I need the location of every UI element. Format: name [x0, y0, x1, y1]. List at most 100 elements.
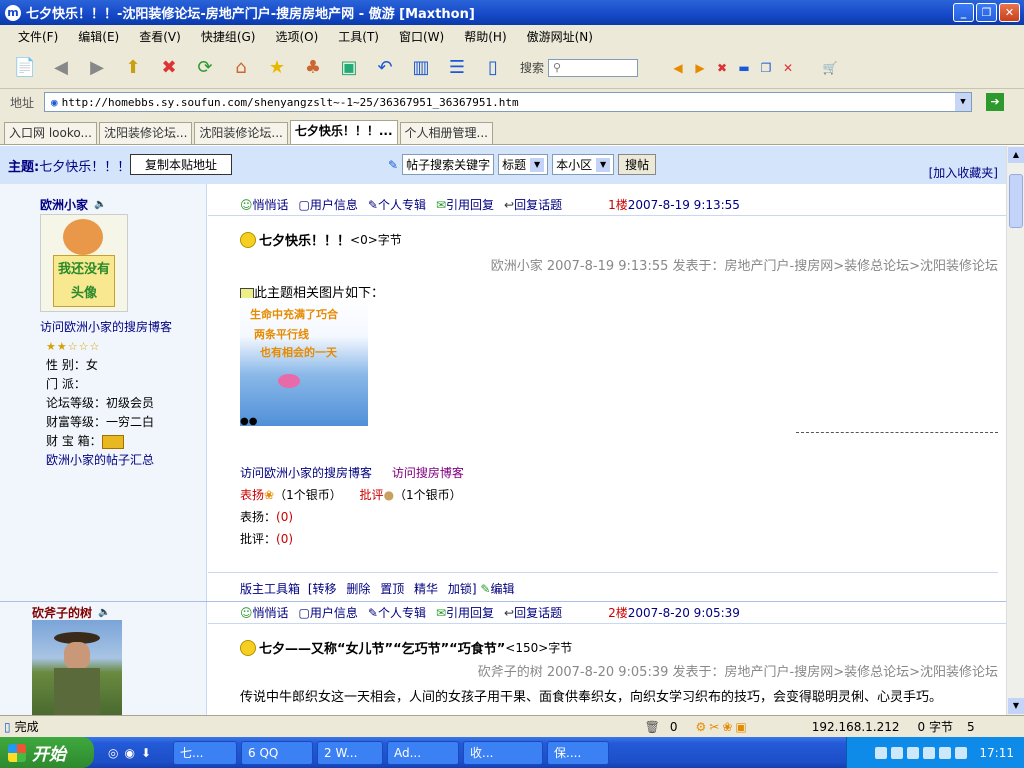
groups-icon[interactable]: ♣	[298, 53, 328, 83]
go-button[interactable]: ➔	[986, 93, 1005, 111]
refresh-icon[interactable]: ⟳	[190, 53, 220, 83]
scope-select[interactable]: 标题 ▼	[498, 154, 549, 175]
treasure-chest-icon[interactable]	[101, 434, 124, 449]
quicklaunch-icons[interactable]: ◎◉⬇	[108, 746, 157, 760]
task-save[interactable]: 保....	[547, 740, 609, 765]
tab-album[interactable]: 个人相册管理...	[399, 122, 493, 144]
mod-lock[interactable]: 加锁]	[448, 582, 477, 596]
tab-qixi[interactable]: 七夕快乐！！！...	[289, 120, 398, 144]
whisper-link[interactable]: ☺悄悄话	[240, 196, 289, 213]
whisper-link[interactable]: ☺悄悄话	[240, 604, 289, 621]
menu-view[interactable]: 查看(V)	[129, 28, 191, 45]
tray-icon[interactable]	[939, 746, 952, 759]
tab-left-icon[interactable]: ◀	[668, 53, 688, 83]
scroll-down-icon[interactable]: ▼	[1008, 698, 1024, 714]
menu-tools[interactable]: 工具(T)	[328, 28, 389, 45]
copy-url-button[interactable]: 复制本贴地址	[130, 154, 233, 175]
reply-topic-link[interactable]: ↩回复话题	[504, 196, 562, 213]
menu-help[interactable]: 帮助(H)	[454, 28, 516, 45]
address-dropdown-icon[interactable]: ▼	[955, 93, 972, 111]
maximize-button[interactable]: ❐	[976, 3, 997, 22]
tab-forum-2[interactable]: 沈阳装修论坛...	[194, 122, 288, 144]
task-ad[interactable]: Ad...	[387, 740, 459, 765]
scroll-up-icon[interactable]: ▲	[1008, 147, 1024, 163]
criticize-link[interactable]: 批评	[360, 488, 384, 502]
keyword-input[interactable]: 帖子搜索关键字	[402, 154, 495, 175]
post-search: ✎ 帖子搜索关键字 标题 ▼ 本小区 ▼ 搜帖	[388, 154, 657, 175]
task-maxthon[interactable]: 七...	[173, 740, 237, 765]
quote-reply-link[interactable]: ✉引用回复	[436, 604, 494, 621]
tab-looko[interactable]: 入口网 looko...	[4, 122, 97, 144]
tray-icon[interactable]	[955, 746, 968, 759]
status-tool-icons[interactable]: ⚙✂❀▣	[696, 720, 750, 734]
address-input[interactable]: ◉ http://homebbs.sy.soufun.com/shenyangz…	[44, 92, 973, 112]
mod-delete[interactable]: 删除	[346, 582, 370, 596]
menu-groups[interactable]: 快捷组(G)	[191, 28, 266, 45]
title-bar: m 七夕快乐！！！-沈阳装修论坛-房地产门户-搜房房地产网 - 傲游 [Maxt…	[0, 0, 1024, 25]
minimize-button[interactable]: _	[953, 3, 974, 22]
page-favicon-icon: ◉	[51, 95, 58, 109]
task-collect[interactable]: 收...	[463, 740, 543, 765]
search-post-button[interactable]: 搜帖	[618, 154, 657, 175]
restore-icon[interactable]: ▣	[334, 53, 364, 83]
status-ip: 192.168.1.212	[811, 719, 900, 734]
blog-link-2[interactable]: 访问搜房博客	[392, 466, 464, 480]
menu-maxthon-sites[interactable]: 傲游网址(N)	[517, 28, 603, 45]
favorites-star-icon[interactable]: ★	[262, 53, 292, 83]
praise-link[interactable]: 表扬	[240, 488, 264, 502]
new-page-icon[interactable]: 📄	[10, 53, 40, 83]
tray-icon[interactable]	[891, 746, 904, 759]
chevron-down-icon: ▼	[530, 157, 545, 172]
tray-icon[interactable]	[875, 746, 888, 759]
album-link[interactable]: ✎个人专辑	[368, 604, 426, 621]
menu-edit[interactable]: 编辑(E)	[68, 28, 129, 45]
start-button[interactable]: 开始	[0, 737, 94, 768]
menu-window[interactable]: 窗口(W)	[389, 28, 454, 45]
forward-icon[interactable]: ▶	[82, 53, 112, 83]
tab-min-icon[interactable]: ▬	[734, 53, 754, 83]
task-qq[interactable]: 6 QQ	[241, 740, 313, 765]
back-icon[interactable]: ◀	[46, 53, 76, 83]
stop-icon[interactable]: ✖	[154, 53, 184, 83]
add-favorite-link[interactable]: [加入收藏夹]	[929, 164, 998, 181]
home-icon[interactable]: ⌂	[226, 53, 256, 83]
page-icon[interactable]: ▯	[478, 53, 508, 83]
tray-icon[interactable]	[907, 746, 920, 759]
scroll-thumb[interactable]	[1009, 174, 1023, 228]
reply-topic-link[interactable]: ↩回复话题	[504, 604, 562, 621]
undo-close-icon[interactable]: ↶	[370, 53, 400, 83]
tab-x-icon[interactable]: ✕	[778, 53, 798, 83]
post1-picture[interactable]: 生命中充满了巧合 两条平行线 也有相会的一天	[240, 298, 368, 426]
album-link[interactable]: ✎个人专辑	[368, 196, 426, 213]
search-input[interactable]: ⚲	[548, 58, 639, 77]
area-select[interactable]: 本小区 ▼	[552, 154, 615, 175]
blog-link-1[interactable]: 访问欧洲小家的搜房博客	[240, 466, 372, 480]
close-button[interactable]: ✕	[999, 3, 1020, 22]
quote-reply-link[interactable]: ✉引用回复	[436, 196, 494, 213]
post1-posts-link[interactable]: 欧洲小家的帖子汇总	[46, 451, 172, 470]
mod-move[interactable]: [转移	[308, 582, 337, 596]
mod-elite[interactable]: 精华	[414, 582, 438, 596]
post1-blog-link[interactable]: 访问欧洲小家的搜房博客	[40, 318, 172, 337]
post2-username[interactable]: 砍斧子的树	[32, 604, 92, 621]
tab-right-icon[interactable]: ▶	[690, 53, 710, 83]
mod-sticky[interactable]: 置顶	[380, 582, 404, 596]
vertical-scrollbar[interactable]: ▲ ▼	[1006, 146, 1024, 715]
shopping-cart-icon[interactable]: 🛒	[820, 53, 840, 83]
list-icon[interactable]: ☰	[442, 53, 472, 83]
menu-options[interactable]: 选项(O)	[265, 28, 328, 45]
columns-icon[interactable]: ▥	[406, 53, 436, 83]
tab-close-icon[interactable]: ✖	[712, 53, 732, 83]
up-icon[interactable]: ⬆	[118, 53, 148, 83]
tab-forum-1[interactable]: 沈阳装修论坛...	[98, 122, 193, 144]
tray-icon[interactable]	[923, 746, 936, 759]
task-word[interactable]: 2 W...	[317, 740, 383, 765]
user-info-link[interactable]: ▢用户信息	[299, 604, 358, 621]
menu-file[interactable]: 文件(F)	[8, 28, 68, 45]
user-info-link[interactable]: ▢用户信息	[299, 196, 358, 213]
trash-icon[interactable]: 🗑	[645, 720, 660, 734]
chevron-down-icon: ▼	[596, 157, 611, 172]
post1-username[interactable]: 欧洲小家	[40, 196, 88, 213]
edit-link[interactable]: 编辑	[490, 582, 514, 596]
tab-max-icon[interactable]: ❐	[756, 53, 776, 83]
